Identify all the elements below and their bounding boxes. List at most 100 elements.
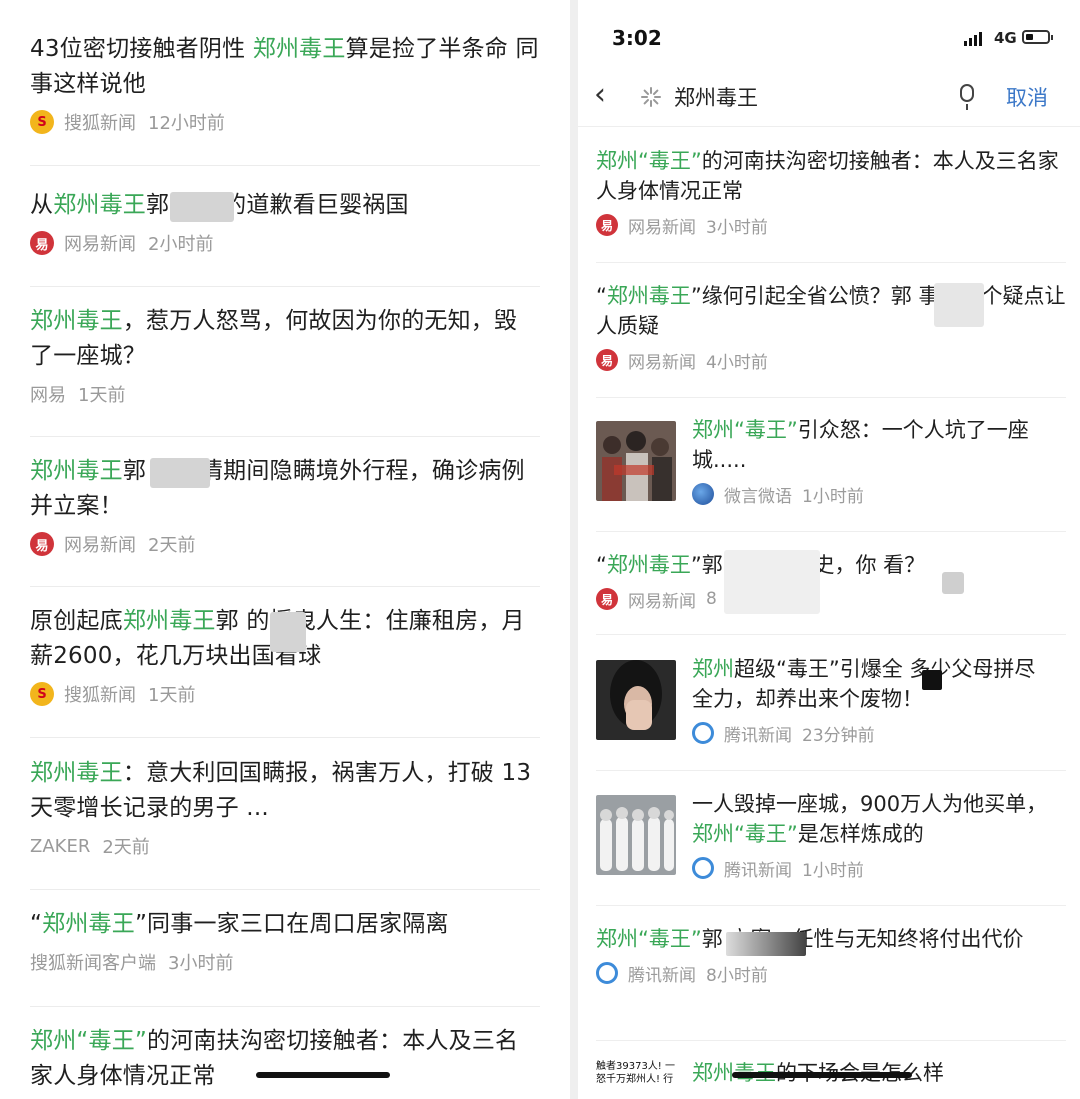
highlight-keyword: 郑州毒王 [252, 36, 346, 62]
sohu-logo-icon: S [30, 110, 54, 134]
crowd-photo-image [596, 421, 676, 501]
list-item[interactable]: “郑州毒王”缘何引起全省公愤？郭 事件多个疑点让人质疑 易网易新闻 4小时前 [596, 281, 1066, 398]
item-title: “郑州毒王”缘何引起全省公愤？郭 事件多个疑点让人质疑 [596, 284, 1066, 338]
hazmat-photo [596, 795, 676, 875]
redaction-blur [270, 612, 306, 652]
item-time: 1天前 [148, 685, 196, 706]
item-meta: 微言微语 1小时前 [692, 483, 1052, 507]
crowd-photo [596, 421, 676, 501]
home-indicator [732, 1072, 912, 1078]
list-item[interactable]: 一人毁掉一座城，900万人为他买单，郑州“毒王”是怎样炼成的 腾讯新闻 1小时前 [596, 789, 1066, 906]
item-title: 一人毁掉一座城，900万人为他买单，郑州“毒王”是怎样炼成的 [692, 792, 1048, 846]
highlight-keyword: 郑州毒王 [606, 284, 691, 308]
item-time: 23分钟前 [802, 725, 875, 746]
highlight-keyword: 郑州“毒王” [692, 418, 798, 442]
microphone-icon[interactable] [960, 84, 974, 110]
list-item[interactable]: 郑州毒王：意大利回国瞒报，祸害万人，打破 13 天零增长记录的男子 ... ZA… [30, 756, 540, 890]
list-item[interactable]: 从郑州毒王郭 他妈的道歉看巨婴祸国 易网易新闻 2小时前 [30, 188, 540, 287]
tencent-logo-icon [692, 857, 714, 879]
woman-photo [596, 660, 676, 740]
highlight-keyword: 郑州毒王 [606, 553, 691, 577]
list-item[interactable]: “郑州毒王”郭 隐瞒旅居史，你 看？ 易网易新闻 8 [596, 550, 1066, 635]
netease-logo-icon: 易 [30, 231, 54, 255]
item-source: ZAKER [30, 835, 91, 857]
left-search-results: 43位密切接触者阴性 郑州毒王算是捡了半条命 同事这样说他 S 搜狐新闻 12小时前… [0, 0, 570, 1099]
item-time: 1小时前 [802, 860, 864, 881]
item-time: 8 [706, 589, 717, 609]
item-meta: S 搜狐新闻 12小时前 [30, 110, 540, 134]
search-bar: ‹ 郑州毒王 取消 [578, 70, 1080, 127]
list-item[interactable]: 触者39373人! 一怒千万郑州人! 行 郑州毒王的下场会是怎么样 [596, 1058, 1066, 1099]
battery-icon [1022, 30, 1053, 44]
item-time: 2天前 [102, 837, 150, 858]
woman-photo-image [596, 660, 676, 740]
highlight-keyword: 郑州毒王 [30, 760, 123, 786]
search-input[interactable]: 郑州毒王 [674, 82, 758, 112]
item-source: 腾讯新闻 [628, 965, 696, 986]
status-bar: 3:02 4G [578, 0, 1080, 80]
item-time: 3小时前 [168, 953, 234, 974]
text-thumb: 触者39373人! 一怒千万郑州人! 行 [596, 1060, 680, 1098]
right-phone-screen: 3:02 4G ‹ 郑州毒王 取消 郑州“毒王”的河南扶沟密切接触者：本人及三名… [578, 0, 1080, 1099]
signal-icon [964, 32, 982, 46]
item-meta: 网易 1天前 [30, 382, 540, 406]
item-meta: 易网易新闻 2小时前 [30, 231, 540, 255]
list-item[interactable]: 郑州毒王，惹万人怒骂，何故因为你的无知，毁了一座城？ 网易 1天前 [30, 304, 540, 437]
list-item[interactable]: 郑州超级“毒王”引爆全 多少父母拼尽全力，却养出来个废物！ 腾讯新闻 23分钟前 [596, 654, 1066, 771]
item-time: 4小时前 [706, 352, 768, 373]
item-source: 腾讯新闻 [724, 860, 792, 881]
item-meta: 腾讯新闻 23分钟前 [692, 722, 1052, 746]
tencent-logo-icon [596, 962, 618, 984]
item-title: 从郑州毒王郭 他妈的道歉看巨婴祸国 [30, 192, 409, 218]
sohu-logo-icon: S [30, 682, 54, 706]
list-item[interactable]: 郑州“毒王”的河南扶沟密切接触者：本人及三名家人身体情况正常 [30, 1024, 540, 1099]
list-item[interactable]: 43位密切接触者阴性 郑州毒王算是捡了半条命 同事这样说他 S 搜狐新闻 12小时前 [30, 32, 540, 166]
list-item[interactable]: 郑州“毒王”的河南扶沟密切接触者：本人及三名家人身体情况正常 易网易新闻 3小时前 [596, 146, 1066, 263]
netease-logo-icon: 易 [596, 588, 618, 610]
netease-logo-icon: 易 [30, 532, 54, 556]
item-source: 搜狐新闻客户端 [30, 953, 156, 974]
item-time: 1小时前 [802, 486, 864, 507]
weiyan-logo-icon [692, 483, 714, 505]
netease-logo-icon: 易 [596, 349, 618, 371]
list-item[interactable]: 郑州毒王郭 ，疫情期间隐瞒境外行程，确诊病例并立案！ 易网易新闻 2天前 [30, 454, 540, 587]
item-time: 2天前 [148, 535, 196, 556]
item-meta: 易网易新闻 3小时前 [596, 214, 1066, 238]
redaction-blur [170, 192, 234, 222]
item-source: 网易新闻 [64, 535, 136, 556]
highlight-keyword: 郑州毒王 [122, 608, 216, 634]
item-meta: ZAKER 2天前 [30, 834, 540, 859]
item-title: “郑州毒王”同事一家三口在周口居家隔离 [30, 911, 449, 937]
back-icon[interactable]: ‹ [594, 80, 606, 110]
item-title: 郑州“毒王”的河南扶沟密切接触者：本人及三名家人身体情况正常 [30, 1028, 519, 1089]
redaction-blur [922, 670, 942, 690]
item-source: 网易新闻 [628, 352, 696, 373]
item-title: 郑州超级“毒王”引爆全 多少父母拼尽全力，却养出来个废物！ [692, 657, 1036, 711]
highlight-keyword: 郑州毒王 [42, 911, 135, 937]
highlight-keyword: 郑州毒王 [30, 458, 123, 484]
cancel-button[interactable]: 取消 [1006, 82, 1048, 112]
list-item[interactable]: 原创起底郑州毒王郭 的摇曳人生：住廉租房，月薪2600，花几万块出国看球 S 搜狐… [30, 604, 540, 738]
item-source: 搜狐新闻 [64, 685, 136, 706]
highlight-keyword: 郑州 [692, 657, 734, 681]
item-text: 一人毁掉一座城，900万人为他买单，郑州“毒王”是怎样炼成的 腾讯新闻 1小时前 [692, 789, 1052, 881]
highlight-keyword: 郑州毒王 [30, 308, 123, 334]
list-item[interactable]: 郑州“毒王”郭 立案，任性与无知终将付出代价 腾讯新闻 8小时前 [596, 924, 1066, 1041]
item-time: 8小时前 [706, 965, 768, 986]
item-meta: S 搜狐新闻 1天前 [30, 682, 540, 706]
item-title: 郑州“毒王”的河南扶沟密切接触者：本人及三名家人身体情况正常 [596, 149, 1059, 203]
item-title: 郑州毒王，惹万人怒骂，何故因为你的无知，毁了一座城？ [30, 308, 518, 369]
item-time: 12小时前 [148, 113, 225, 134]
redaction-blur [942, 572, 964, 594]
network-type: 4G [994, 29, 1017, 47]
highlight-keyword: 郑州“毒王” [30, 1028, 148, 1054]
item-title: “郑州毒王”郭 隐瞒旅居史，你 看？ [596, 553, 926, 577]
item-text: 郑州超级“毒王”引爆全 多少父母拼尽全力，却养出来个废物！ 腾讯新闻 23分钟前 [692, 654, 1052, 746]
list-item[interactable]: 郑州“毒王”引众怒：一个人坑了一座城..... 微言微语 1小时前 [596, 415, 1066, 532]
redaction-blur [726, 932, 806, 956]
loading-spinner-icon [641, 87, 661, 107]
list-item[interactable]: “郑州毒王”同事一家三口在周口居家隔离 搜狐新闻客户端 3小时前 [30, 907, 540, 1007]
item-meta: 易网易新闻 4小时前 [596, 349, 1066, 373]
item-source: 微言微语 [724, 486, 792, 507]
item-source: 网易新闻 [628, 591, 696, 612]
